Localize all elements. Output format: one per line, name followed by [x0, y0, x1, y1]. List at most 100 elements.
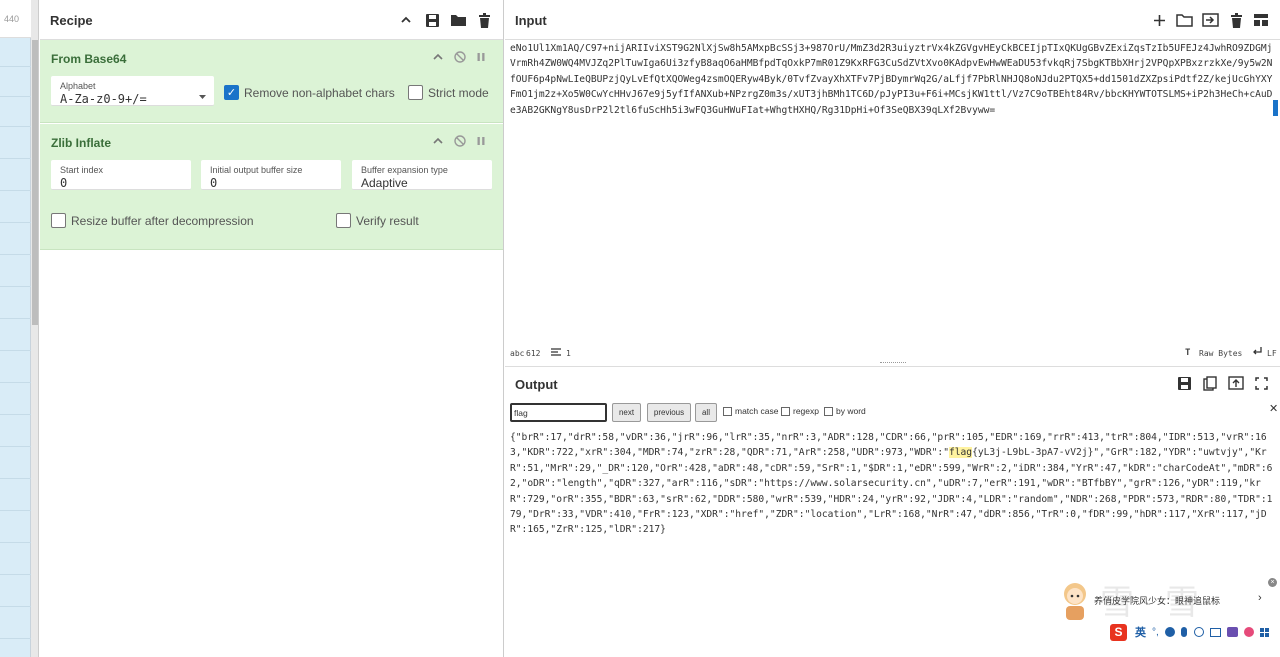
initial-buffer-input[interactable]: Initial output buffer size 0 — [201, 160, 341, 190]
start-index-input[interactable]: Start index 0 — [51, 160, 191, 190]
resize-buffer-label: Resize buffer after decompression — [71, 213, 254, 228]
caret-down-icon — [199, 87, 206, 105]
start-index-label: Start index — [60, 165, 104, 175]
strict-mode-label: Strict mode — [428, 85, 489, 100]
char-count-icon: abc — [510, 349, 525, 358]
skin-icon[interactable] — [1226, 627, 1238, 637]
raw-bytes-label[interactable]: Raw Bytes — [1199, 349, 1242, 358]
sogou-logo-icon[interactable]: S — [1110, 623, 1127, 641]
char-count: 612 — [526, 349, 541, 358]
resize-handle[interactable] — [880, 362, 906, 363]
keyboard-icon[interactable] — [1209, 627, 1221, 637]
verify-result-checkbox[interactable]: Verify result — [336, 213, 419, 228]
close-widget-icon[interactable]: × — [1268, 578, 1277, 587]
alphabet-select[interactable]: Alphabet A-Za-z0-9+/= — [51, 76, 214, 106]
scrollbar-thumb[interactable] — [32, 40, 38, 325]
op-title: From Base64 — [51, 52, 127, 66]
start-index-value: 0 — [60, 176, 68, 190]
output-title: Output — [515, 377, 558, 392]
chevron-right-icon[interactable]: › — [1258, 592, 1262, 604]
initial-buffer-value: 0 — [210, 176, 218, 190]
regexp-checkbox[interactable]: regexp — [781, 406, 819, 416]
recipe-title: Recipe — [50, 13, 93, 28]
collapse-all-icon[interactable] — [397, 11, 415, 29]
close-search-icon[interactable]: ✕ — [1269, 402, 1278, 415]
maximize-icon[interactable] — [1252, 374, 1270, 392]
buffer-expansion-label: Buffer expansion type — [361, 165, 448, 175]
by-word-label: by word — [836, 406, 866, 416]
alphabet-value: A-Za-z0-9+/= — [60, 92, 147, 106]
chevron-up-icon[interactable] — [430, 133, 446, 149]
checkmark-icon: ✓ — [224, 85, 239, 100]
emoji-icon[interactable] — [1164, 627, 1175, 637]
alphabet-label: Alphabet — [60, 81, 96, 91]
output-text-after: {yL3j-L9bL-3pA7-vV2j}","GrR":182,"YDR":"… — [510, 447, 1273, 536]
remove-nonalphabet-label: Remove non-alphabet chars — [244, 85, 395, 100]
disable-icon[interactable] — [452, 49, 468, 65]
input-title: Input — [515, 13, 547, 28]
lines-icon — [551, 348, 561, 358]
add-tab-icon[interactable] — [1150, 11, 1168, 29]
open-file-icon[interactable] — [1201, 11, 1219, 29]
microphone-icon[interactable] — [1180, 627, 1187, 637]
pause-icon[interactable] — [473, 49, 489, 65]
op-from-base64[interactable]: From Base64 Alphabet A-Za-z0-9+/= ✓ Remo… — [40, 40, 503, 123]
next-button[interactable]: next — [612, 403, 641, 422]
replace-input-icon[interactable] — [1227, 374, 1245, 392]
clear-recipe-icon[interactable] — [475, 11, 493, 29]
output-header: Output — [505, 366, 1280, 400]
remove-nonalphabet-checkbox[interactable]: ✓ Remove non-alphabet chars — [224, 85, 395, 100]
buffer-expansion-select[interactable]: Buffer expansion type Adaptive — [352, 160, 492, 190]
op-zlib-inflate[interactable]: Zlib Inflate Start index 0 Initial outpu… — [40, 124, 503, 250]
all-button[interactable]: all — [695, 403, 717, 422]
resize-buffer-checkbox[interactable]: Resize buffer after decompression — [51, 213, 254, 228]
load-recipe-icon[interactable] — [449, 11, 467, 29]
by-word-checkbox[interactable]: by word — [824, 406, 866, 416]
input-status-bar: abc 612 1 T Raw Bytes LF — [505, 344, 1280, 362]
save-recipe-icon[interactable] — [423, 11, 441, 29]
output-textarea[interactable]: {"brR":17,"drR":58,"vDR":36,"jrR":96,"lr… — [510, 430, 1275, 540]
match-case-label: match case — [735, 406, 779, 416]
operations-list: 440 — [0, 0, 31, 657]
regexp-label: regexp — [793, 406, 819, 416]
pause-icon[interactable] — [473, 133, 489, 149]
line-count: 1 — [566, 349, 571, 358]
pane-divider[interactable] — [31, 0, 39, 657]
strict-mode-checkbox[interactable]: Strict mode — [408, 85, 489, 100]
op-title: Zlib Inflate — [51, 136, 111, 150]
voice-icon[interactable] — [1193, 627, 1204, 637]
recipe-pane: Recipe From Base64 Alphabet A-Za-z0-9+/= — [40, 0, 504, 657]
punctuation-icon[interactable]: °, — [1152, 627, 1159, 638]
recipe-header: Recipe — [40, 0, 503, 40]
match-case-checkbox[interactable]: match case — [723, 406, 778, 416]
initial-buffer-label: Initial output buffer size — [210, 165, 303, 175]
ime-language[interactable]: 英 — [1135, 624, 1146, 640]
reset-layout-icon[interactable] — [1252, 11, 1270, 29]
buffer-expansion-value: Adaptive — [361, 176, 408, 190]
desktop-widget: 雪 雪 × 养俏皮学院风少女：眼神追鼠标 › S 英 °, — [1055, 572, 1280, 657]
verify-result-label: Verify result — [356, 213, 419, 228]
widget-caption: 养俏皮学院风少女：眼神追鼠标 — [1094, 596, 1221, 606]
io-pane: Input eNo1Ul1Xm1AQ/C97+nijARIIviXST9G2Nl… — [505, 0, 1280, 657]
input-header: Input — [505, 0, 1280, 40]
clear-input-icon[interactable] — [1227, 11, 1245, 29]
search-input[interactable]: flag — [510, 403, 607, 422]
shirt-icon[interactable] — [1243, 627, 1254, 637]
previous-button[interactable]: previous — [647, 403, 691, 422]
search-match: flag — [948, 447, 973, 459]
menu-grid-icon[interactable] — [1259, 627, 1269, 637]
save-output-icon[interactable] — [1175, 374, 1193, 392]
anime-character-avatar[interactable] — [1058, 580, 1092, 620]
ime-toolbar: S 英 °, — [1110, 622, 1280, 642]
disable-icon[interactable] — [452, 133, 468, 149]
eol-icon[interactable] — [1252, 347, 1262, 358]
input-scrollbar[interactable] — [1273, 100, 1278, 116]
search-bar: flag next previous all match case regexp… — [505, 400, 1280, 426]
text-encoding-icon[interactable]: T — [1185, 348, 1190, 358]
input-textarea[interactable]: eNo1Ul1Xm1AQ/C97+nijARIIviXST9G2NlXjSw8h… — [510, 41, 1275, 341]
copy-output-icon[interactable] — [1201, 374, 1219, 392]
eol-label[interactable]: LF — [1267, 349, 1277, 358]
open-folder-icon[interactable] — [1175, 11, 1193, 29]
chevron-up-icon[interactable] — [430, 49, 446, 65]
line-number: 440 — [4, 14, 20, 24]
